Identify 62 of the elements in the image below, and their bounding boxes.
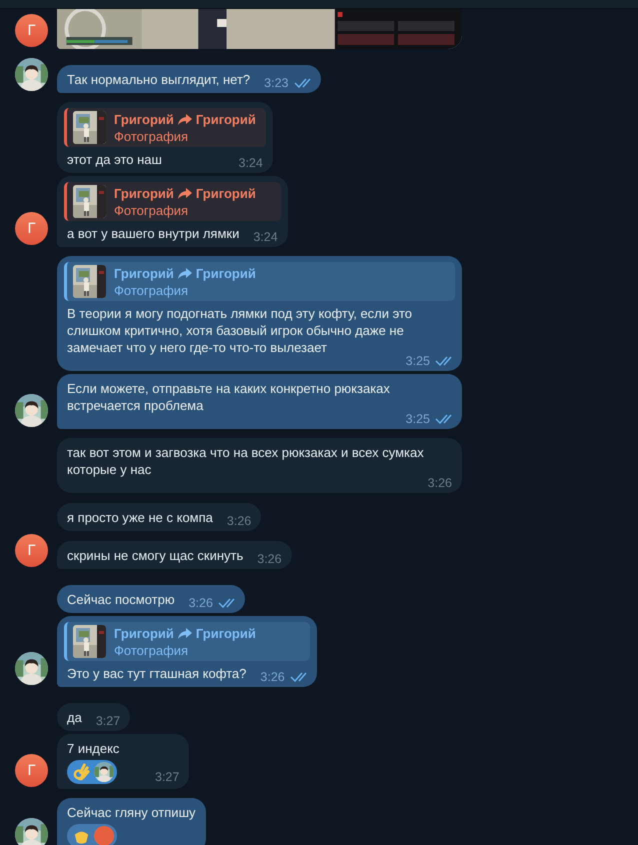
time: 3:23 bbox=[264, 76, 288, 90]
avatar[interactable] bbox=[15, 652, 48, 685]
forward-arrow-icon bbox=[178, 114, 192, 124]
author-name: Григорий bbox=[196, 626, 256, 640]
time: 3:27 bbox=[96, 714, 120, 728]
message-text: Это у вас тут гташная кофта? bbox=[67, 665, 246, 682]
message-text: 7 индекс bbox=[67, 740, 120, 757]
message-bubble[interactable]: Если можете, отправьте на каких конкретно рюкзаках встречается проблема 3:25 bbox=[57, 374, 462, 429]
time: 3:27 bbox=[155, 770, 180, 784]
reaction[interactable] bbox=[67, 760, 117, 784]
time: 3:26 bbox=[188, 596, 213, 610]
message-text: Сейчас гляну отпишу bbox=[67, 804, 196, 821]
time: 3:25 bbox=[406, 412, 430, 426]
media-label: Фотография bbox=[114, 282, 190, 298]
author-name: Григорий bbox=[196, 266, 256, 280]
message-text: В теории я могу подогнать лямки под эту кофту, если это слишком критично, хотя базовый игрок обычно даже не замечает что у него где-то что-то вылезает bbox=[67, 305, 414, 356]
reply-preview[interactable]: Григорий Григорий Фотография bbox=[64, 108, 266, 147]
media-label: Фотография bbox=[114, 128, 190, 144]
avatar[interactable] bbox=[15, 58, 48, 91]
ok-hand-icon bbox=[72, 762, 91, 782]
avatar[interactable] bbox=[15, 818, 48, 845]
media-label: Фотография bbox=[114, 202, 190, 218]
message-text: я просто уже не с компа bbox=[67, 509, 213, 526]
message-text: этот да это наш bbox=[67, 151, 162, 168]
avatar[interactable] bbox=[94, 762, 114, 782]
message-bubble[interactable]: Григорий Григорий Фотография этот да это наш 3:24 bbox=[57, 102, 273, 173]
author-name: Григорий bbox=[114, 626, 174, 640]
message-bubble[interactable]: скрины не смогу щас скинуть 3:26 bbox=[57, 541, 292, 569]
forward-arrow-icon bbox=[178, 188, 192, 198]
avatar[interactable] bbox=[15, 394, 48, 427]
message-text: а вот у вашего внутри лямки bbox=[67, 225, 240, 242]
author-name: Григорий bbox=[114, 266, 174, 280]
message-bubble[interactable]: Григорий Григорий Фотография Это у вас тут гташная кофта? 3:26 bbox=[57, 616, 317, 687]
time: 3:26 bbox=[257, 552, 282, 566]
message-bubble[interactable]: Григорий Григорий Фотография а вот у вашего внутри лямки 3:24 bbox=[57, 176, 288, 247]
message-bubble[interactable]: 7 индекс 3:27 bbox=[57, 734, 190, 789]
time: 3:25 bbox=[406, 354, 430, 368]
author-name: Григорий bbox=[196, 186, 256, 200]
author-name: Григорий bbox=[196, 112, 256, 126]
message-bubble[interactable]: да 3:27 bbox=[57, 703, 130, 731]
time: 3:24 bbox=[253, 230, 278, 244]
time: 3:24 bbox=[238, 156, 263, 170]
message-bubble[interactable]: Сейчас посмотрю 3:26 bbox=[57, 585, 245, 613]
message-text: скрины не смогу щас скинуть bbox=[67, 547, 244, 564]
time: 3:26 bbox=[260, 670, 285, 684]
author-name: Григорий bbox=[114, 112, 174, 126]
message-text: да bbox=[67, 709, 82, 726]
author-name: Григорий bbox=[114, 186, 174, 200]
time: 3:26 bbox=[428, 476, 452, 490]
message-bubble[interactable]: так вот этом и загвозка что на всех рюкзаках и всех сумках которые у нас 3:26 bbox=[57, 438, 462, 493]
message-text: Если можете, отправьте на каких конкретно рюкзаках встречается проблема bbox=[67, 380, 391, 414]
reply-preview[interactable]: Григорий Григорий Фотография bbox=[64, 182, 281, 221]
media-label: Фотография bbox=[114, 642, 190, 658]
forward-arrow-icon bbox=[178, 628, 192, 638]
message-text: Так нормально выглядит, нет? bbox=[67, 71, 250, 88]
message-bubble[interactable]: я просто уже не с компа 3:26 bbox=[57, 503, 262, 531]
message-text: Сейчас посмотрю bbox=[67, 591, 175, 608]
message-text: так вот этом и загвозка что на всех рюкзаках и всех сумках которые у нас bbox=[67, 444, 425, 478]
message-bubble[interactable]: Григорий Григорий Фотография В теории я могу подогнать лямки под эту кофту, если это слишком критично, хотя базовый игрок обычно даже не замечает что у него где-то что-то вылезает 3:25 bbox=[57, 256, 462, 371]
forward-arrow-icon bbox=[178, 268, 192, 278]
message-bubble[interactable]: Так нормально выглядит, нет? 3:23 bbox=[57, 65, 320, 93]
time: 3:26 bbox=[226, 514, 252, 528]
